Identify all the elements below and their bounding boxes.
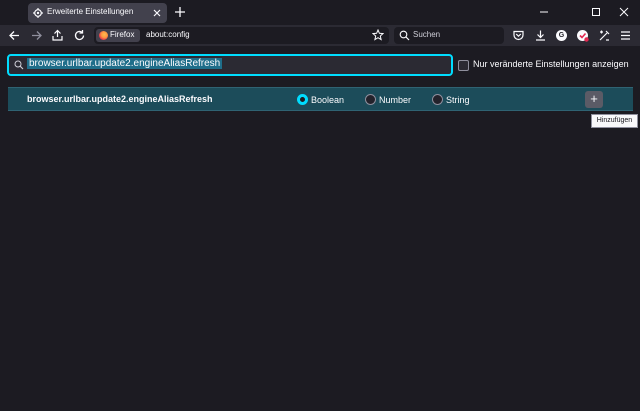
identity-label: Firefox	[110, 30, 135, 39]
search-bar[interactable]: Suchen	[394, 27, 504, 44]
tab-erweiterte-einstellungen[interactable]: Erweiterte Einstellungen	[28, 3, 167, 23]
home-share-icon[interactable]	[50, 28, 65, 43]
navigation-toolbar: Firefox about:config Suchen G	[0, 25, 640, 46]
addon-g-icon[interactable]: G	[554, 28, 569, 43]
downloads-icon[interactable]	[533, 28, 548, 43]
url-bar[interactable]: Firefox about:config	[94, 27, 389, 44]
identity-box[interactable]: Firefox	[96, 29, 140, 42]
firefox-logo-icon	[99, 31, 108, 40]
preference-search-input[interactable]: browser.urlbar.update2.engineAliasRefres…	[7, 54, 453, 76]
reload-icon[interactable]	[72, 28, 87, 43]
modified-only-checkbox[interactable]	[458, 60, 469, 71]
about-config-page: browser.urlbar.update2.engineAliasRefres…	[0, 46, 640, 411]
type-number-label[interactable]: Number	[379, 95, 411, 105]
type-boolean-label[interactable]: Boolean	[311, 95, 344, 105]
add-tooltip: Hinzufügen	[591, 114, 638, 128]
hamburger-menu-icon[interactable]	[618, 28, 633, 43]
title-bar: Erweiterte Einstellungen	[0, 0, 640, 25]
add-preference-button[interactable]: +	[585, 91, 603, 108]
type-string-radio[interactable]	[432, 94, 443, 105]
minimize-icon[interactable]	[537, 5, 551, 19]
close-window-icon[interactable]	[617, 5, 631, 19]
search-icon	[399, 30, 410, 41]
new-preference-row: browser.urlbar.update2.engineAliasRefres…	[8, 87, 633, 111]
forward-icon[interactable]	[29, 28, 44, 43]
customize-tools-icon[interactable]	[597, 28, 612, 43]
close-tab-icon[interactable]	[152, 8, 162, 18]
maximize-icon[interactable]	[589, 5, 603, 19]
tab-title: Erweiterte Einstellungen	[47, 7, 134, 16]
addon-g-badge: G	[556, 30, 567, 41]
type-number-radio[interactable]	[365, 94, 376, 105]
preference-name: browser.urlbar.update2.engineAliasRefres…	[27, 94, 213, 104]
back-icon[interactable]	[7, 28, 22, 43]
search-icon	[14, 60, 24, 70]
preference-search-value[interactable]: browser.urlbar.update2.engineAliasRefres…	[27, 58, 223, 69]
search-placeholder: Suchen	[413, 30, 441, 39]
modified-only-label[interactable]: Nur veränderte Einstellungen anzeigen	[473, 59, 629, 69]
type-string-label[interactable]: String	[446, 95, 470, 105]
pocket-icon[interactable]	[511, 28, 526, 43]
url-text[interactable]: about:config	[146, 30, 190, 39]
gear-icon	[33, 8, 43, 18]
bookmark-star-icon[interactable]	[372, 29, 384, 41]
extension-shield-icon[interactable]	[575, 28, 590, 43]
type-boolean-radio[interactable]	[297, 94, 308, 105]
new-tab-icon[interactable]	[174, 6, 186, 18]
